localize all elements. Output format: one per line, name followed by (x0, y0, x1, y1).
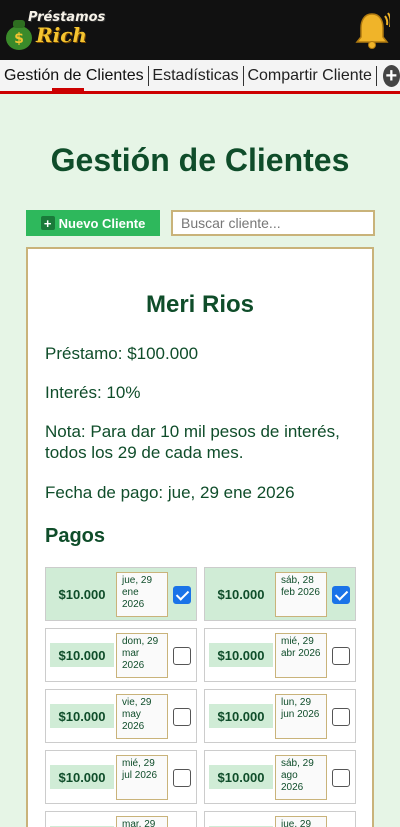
add-tab-icon[interactable]: + (382, 64, 400, 87)
page-title: Gestión de Clientes (50, 142, 350, 178)
paid-checkbox[interactable] (332, 647, 350, 665)
payment-date-box[interactable]: mié, 29 jul 2026 (116, 755, 168, 800)
payment-date-box[interactable]: sáb, 28 feb 2026 (275, 572, 327, 617)
tab-divider (375, 65, 377, 86)
payment-item: $10.000 sáb, 29 ago 2026 (204, 750, 356, 804)
payment-item: $10.000 mié, 29 jul 2026 (45, 750, 197, 804)
paid-checkbox[interactable] (332, 708, 350, 726)
payments-heading: Pagos (45, 525, 106, 547)
payment-amount: $10.000 (50, 643, 114, 667)
paid-checkbox[interactable] (173, 586, 191, 604)
payment-date-box[interactable]: mié, 29 abr 2026 (275, 633, 327, 678)
paid-checkbox[interactable] (332, 769, 350, 787)
logo-text-bottom: Rich (36, 23, 87, 47)
payment-date-box[interactable]: mar, 29 (116, 816, 168, 827)
top-bar: $ Préstamos Rich (0, 0, 400, 60)
interest-rate: Interés: 10% (45, 383, 141, 402)
search-input[interactable] (171, 210, 375, 236)
payment-item: $10.000jue, 29 (204, 811, 356, 827)
client-card: Meri Rios Préstamo: $100.000 Interés: 10… (26, 247, 374, 827)
payment-date-box[interactable]: lun, 29 jun 2026 (275, 694, 327, 739)
payment-item: $10.000 jue, 29 ene 2026 (45, 567, 197, 621)
payment-amount: $10.000 (209, 765, 273, 789)
payment-item: $10.000 dom, 29 mar 2026 (45, 628, 197, 682)
paid-checkbox[interactable] (332, 586, 350, 604)
payment-item: $10.000 sáb, 28 feb 2026 (204, 567, 356, 621)
payment-amount: $10.000 (209, 704, 273, 728)
payment-date-box[interactable]: jue, 29 (275, 816, 327, 827)
tab-estadisticas[interactable]: Estadísticas (148, 60, 242, 91)
payment-amount: $10.000 (50, 765, 114, 789)
tab-compartir-cliente[interactable]: Compartir Cliente (243, 60, 375, 91)
payment-item: $10.000 mié, 29 abr 2026 (204, 628, 356, 682)
new-client-button[interactable]: + Nuevo Cliente (26, 210, 160, 236)
new-client-label: Nuevo Cliente (58, 215, 146, 231)
payment-item: $10.000mar, 29 (45, 811, 197, 827)
payment-item: $10.000 lun, 29 jun 2026 (204, 689, 356, 743)
payment-date-box[interactable]: jue, 29 ene 2026 (116, 572, 168, 617)
payment-amount: $10.000 (217, 586, 265, 602)
paid-checkbox[interactable] (173, 647, 191, 665)
tab-gestion-clientes[interactable]: Gestión de Clientes (0, 60, 148, 91)
client-note: Nota: Para dar 10 mil pesos de interés, … (45, 422, 340, 462)
paid-checkbox[interactable] (173, 769, 191, 787)
app-logo[interactable]: $ Préstamos Rich (4, 10, 105, 54)
payment-date: Fecha de pago: jue, 29 ene 2026 (45, 483, 295, 502)
payment-date-box[interactable]: vie, 29 may 2026 (116, 694, 168, 739)
bell-icon[interactable] (354, 10, 390, 50)
svg-text:$: $ (14, 31, 24, 47)
payment-date-box[interactable]: dom, 29 mar 2026 (116, 633, 168, 678)
payment-amount: $10.000 (58, 586, 106, 602)
payment-amount: $10.000 (209, 643, 273, 667)
payment-amount: $10.000 (50, 704, 114, 728)
payment-date-box[interactable]: sáb, 29 ago 2026 (275, 755, 327, 800)
tab-bar: Gestión de Clientes Estadísticas Compart… (0, 60, 400, 94)
loan-amount: Préstamo: $100.000 (45, 344, 199, 363)
paid-checkbox[interactable] (173, 708, 191, 726)
payment-item: $10.000 vie, 29 may 2026 (45, 689, 197, 743)
plus-icon: + (40, 216, 55, 231)
client-name: Meri Rios (145, 291, 255, 318)
